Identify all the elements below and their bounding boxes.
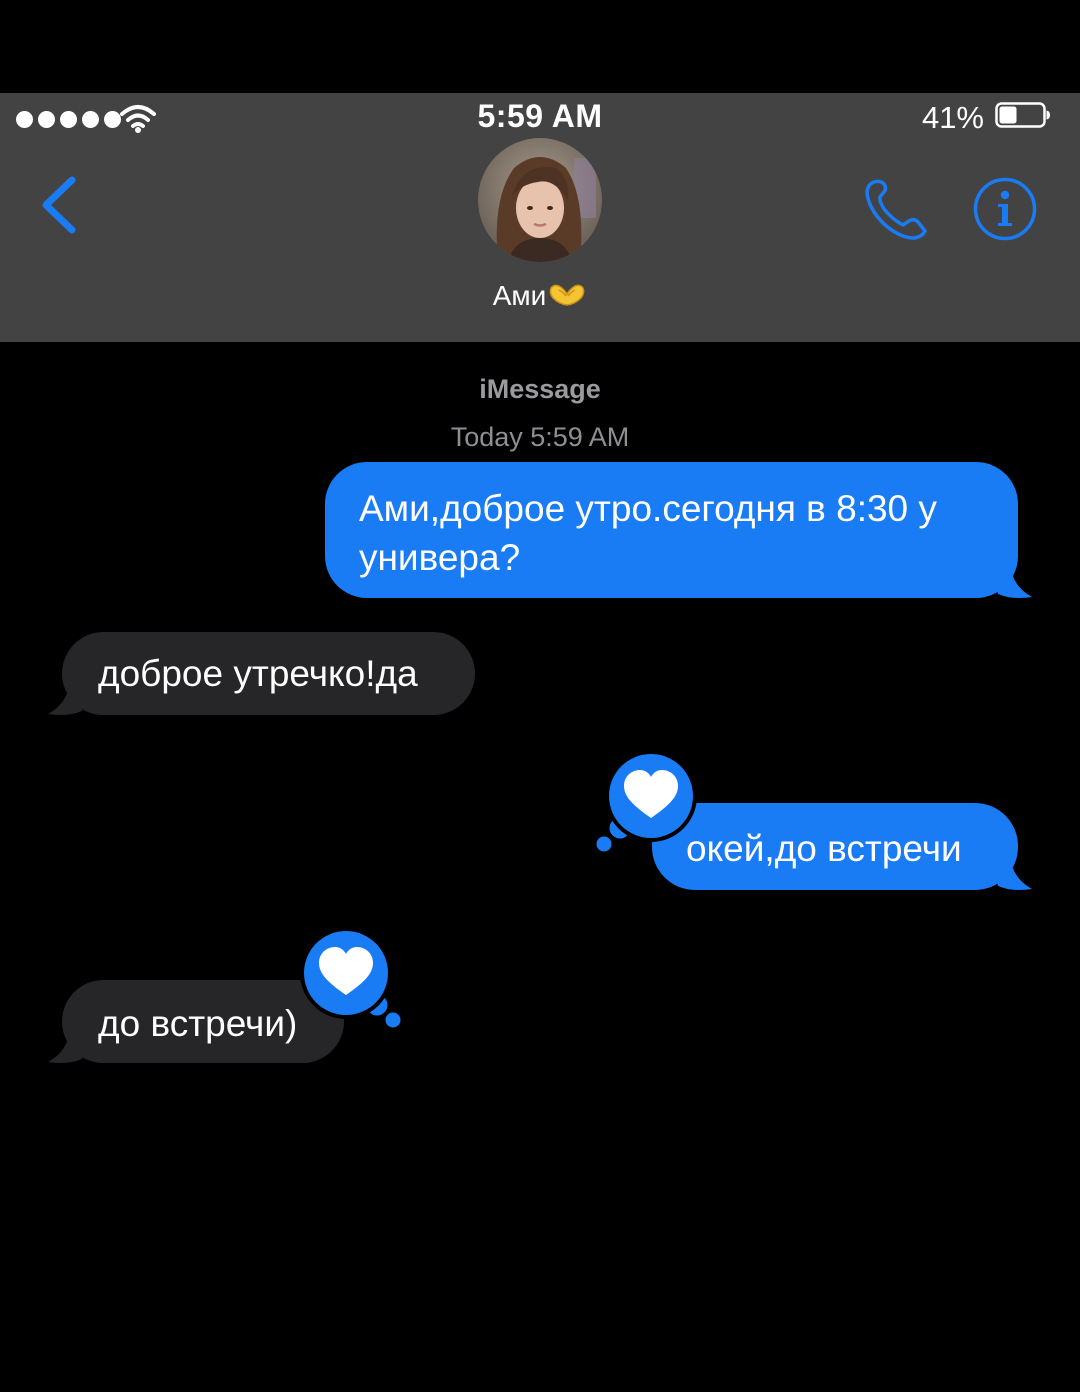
outgoing-message-bubble[interactable]: окей,до встречи [652,803,1018,890]
outgoing-message-bubble[interactable]: Ами,доброе утро.сегодня в 8:30 у универа… [325,462,1018,598]
heart-reaction-icon[interactable] [296,926,408,1034]
phone-icon[interactable] [862,176,930,242]
heart-reaction-icon[interactable] [592,748,704,856]
message-text: окей,до встречи [686,828,962,869]
status-bar-time: 5:59 AM [477,98,603,134]
thread-timestamp: Today 5:59 AM [450,422,630,452]
outgoing-bubble-tail [992,856,1032,890]
info-icon[interactable] [972,176,1038,242]
service-label: iMessage [479,374,601,404]
wifi-icon [120,105,156,133]
incoming-bubble-tail [48,1029,88,1063]
signal-strength-icon [16,111,121,128]
messages-screen: 5:59 AM 41% Ами iMessage Today 5:59 AM А… [0,0,1080,1392]
outgoing-bubble-tail [992,564,1032,598]
message-text: доброе утречко!да [98,653,418,694]
battery-percentage: 41% [921,100,984,135]
message-text: Ами,доброе утро.сегодня в 8:30 у универа… [359,488,937,578]
avatar-photo [478,138,602,262]
incoming-bubble-tail [48,681,88,715]
battery-icon [995,102,1050,128]
incoming-message-bubble[interactable]: доброе утречко!да [62,632,475,715]
contact-name[interactable]: Ами [493,280,547,311]
chevron-left-icon[interactable] [30,170,90,240]
contact-avatar[interactable] [478,138,602,262]
top-letterbox [0,0,1080,93]
message-text: до встречи) [98,1003,298,1044]
